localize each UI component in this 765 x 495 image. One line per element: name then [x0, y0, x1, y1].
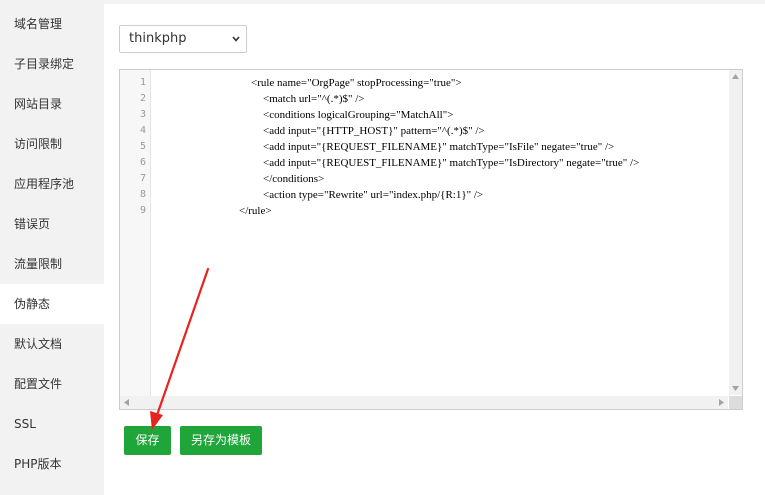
code-text-area[interactable]: <rule name="OrgPage" stopProcessing="tru… — [151, 70, 742, 409]
sidebar: 域名管理 子目录绑定 网站目录 访问限制 应用程序池 错误页 流量限制 伪静态 … — [0, 4, 104, 495]
scroll-down-icon[interactable] — [732, 386, 739, 391]
scrollbar-corner — [729, 396, 742, 409]
line-number: 3 — [139, 109, 146, 120]
rewrite-template-value: thinkphp — [129, 31, 187, 46]
code-line: <match url="^(.*)$" /> — [263, 93, 365, 105]
horizontal-scrollbar[interactable] — [120, 396, 728, 409]
code-line: </conditions> — [263, 173, 325, 185]
code-line: <action type="Rewrite" url="index.php/{R… — [263, 189, 484, 201]
line-number: 7 — [139, 173, 146, 184]
code-line: <add input="{REQUEST_FILENAME}" matchTyp… — [263, 141, 615, 153]
sidebar-item-site-dir[interactable]: 网站目录 — [0, 84, 104, 124]
rewrite-template-select[interactable]: thinkphp — [119, 25, 247, 53]
code-line: </rule> — [239, 205, 272, 217]
line-number-gutter: 1 2 3 4 5 6 7 8 9 — [120, 70, 151, 409]
sidebar-item-php-version[interactable]: PHP版本 — [0, 444, 104, 484]
line-number: 8 — [139, 189, 146, 200]
sidebar-item-domain[interactable]: 域名管理 — [0, 4, 104, 44]
vertical-scrollbar[interactable] — [729, 70, 742, 395]
sidebar-item-traffic-limit[interactable]: 流量限制 — [0, 244, 104, 284]
code-line: <rule name="OrgPage" stopProcessing="tru… — [251, 77, 462, 89]
sidebar-item-app-pool[interactable]: 应用程序池 — [0, 164, 104, 204]
line-number: 2 — [139, 93, 146, 104]
chevron-down-icon — [232, 36, 240, 42]
sidebar-item-access-limit[interactable]: 访问限制 — [0, 124, 104, 164]
line-number: 1 — [139, 77, 146, 88]
rewrite-code-editor[interactable]: 1 2 3 4 5 6 7 8 9 <rule name="OrgPage" s… — [119, 69, 743, 410]
line-number: 9 — [139, 205, 146, 216]
code-line: <conditions logicalGrouping="MatchAll"> — [263, 109, 454, 121]
line-number: 4 — [139, 125, 146, 136]
line-number: 6 — [139, 157, 146, 168]
sidebar-item-default-doc[interactable]: 默认文档 — [0, 324, 104, 364]
top-strip — [0, 0, 765, 4]
scroll-left-icon[interactable] — [124, 399, 129, 406]
sidebar-item-ssl[interactable]: SSL — [0, 404, 104, 444]
save-as-template-button[interactable]: 另存为模板 — [180, 426, 262, 455]
code-line: <add input="{HTTP_HOST}" pattern="^(.*)$… — [263, 125, 485, 137]
line-number: 5 — [139, 141, 146, 152]
scroll-right-icon[interactable] — [719, 399, 724, 406]
scroll-up-icon[interactable] — [732, 74, 739, 79]
sidebar-item-error-page[interactable]: 错误页 — [0, 204, 104, 244]
sidebar-item-config-file[interactable]: 配置文件 — [0, 364, 104, 404]
sidebar-item-rewrite[interactable]: 伪静态 — [0, 284, 104, 324]
save-button[interactable]: 保存 — [124, 426, 171, 455]
code-line: <add input="{REQUEST_FILENAME}" matchTyp… — [263, 157, 640, 169]
sidebar-item-subdir-binding[interactable]: 子目录绑定 — [0, 44, 104, 84]
